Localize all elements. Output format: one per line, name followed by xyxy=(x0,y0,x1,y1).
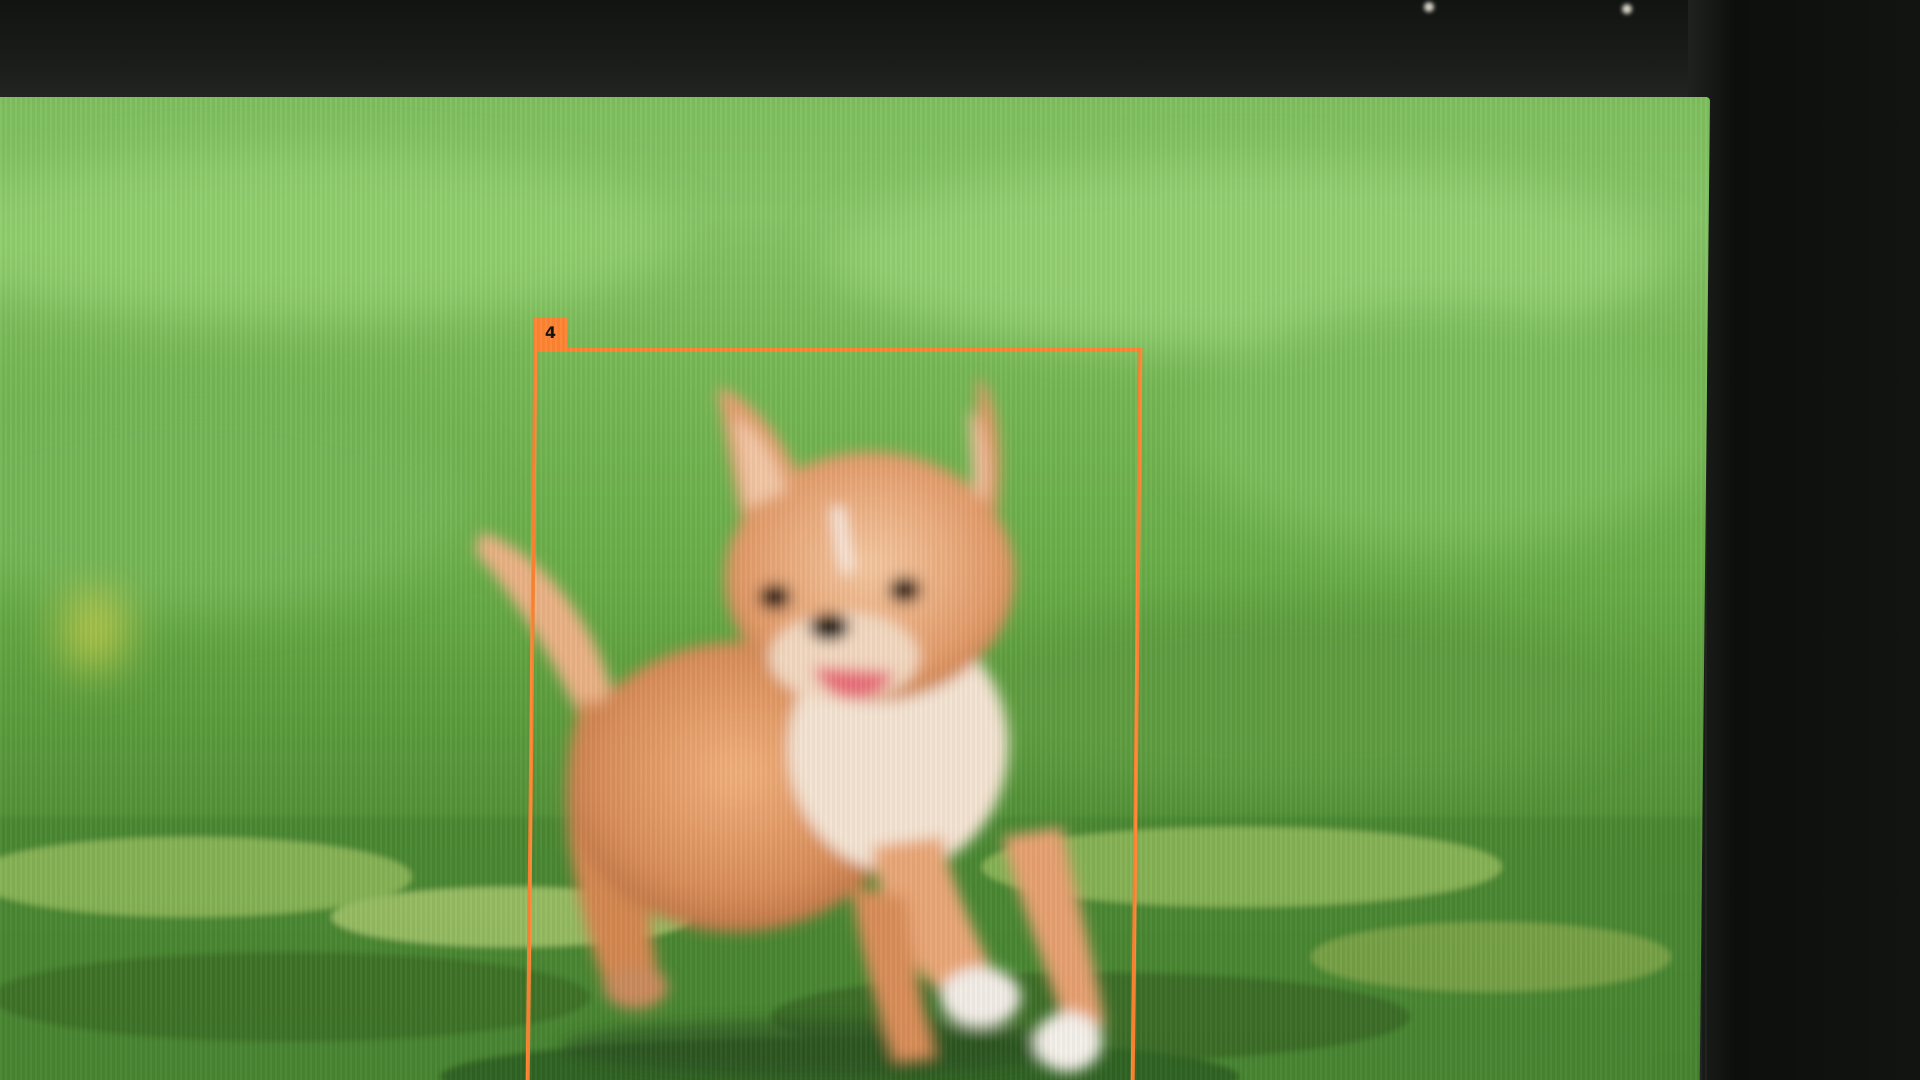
bezel-glint xyxy=(1424,2,1434,12)
monitor-top-bezel xyxy=(0,0,1920,100)
monitor-right-bezel xyxy=(1688,0,1920,1080)
bezel-glint xyxy=(1622,4,1632,14)
detection-bounding-box xyxy=(525,348,1143,1080)
monitor-screen: 4 xyxy=(0,97,1711,1080)
detection-label: 4 xyxy=(533,317,568,348)
photo-of-monitor: 4 xyxy=(0,0,1920,1080)
